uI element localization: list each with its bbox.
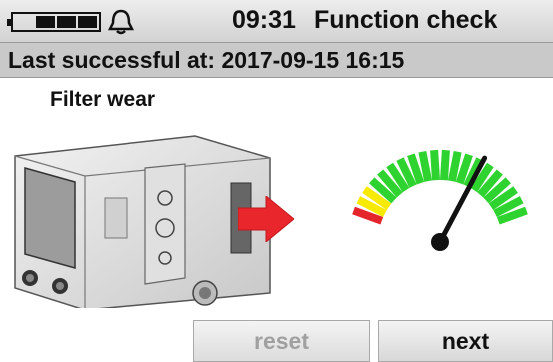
filter-wear-gauge — [352, 149, 528, 251]
clock-time: 09:31 — [232, 6, 296, 34]
gauge-tick — [447, 150, 462, 182]
ventilator-device-image — [14, 135, 271, 308]
gauge-hub — [431, 233, 449, 251]
next-button[interactable]: next — [378, 320, 553, 362]
bell-icon — [107, 9, 135, 35]
status-bar: Last successful at: 2017-09-15 16:15 — [0, 42, 553, 78]
battery-icon — [7, 12, 101, 32]
gauge-tick — [418, 150, 433, 182]
gauge-tick — [439, 149, 450, 181]
title-bar: 09:31 Function check — [0, 0, 553, 42]
gauge-tick — [430, 149, 441, 181]
last-success-text: Last successful at: 2017-09-15 16:15 — [8, 47, 405, 73]
screen-title: Function check — [314, 6, 498, 34]
arrow-right-icon — [238, 196, 294, 242]
section-label: Filter wear — [50, 88, 156, 111]
gauge-ticks — [352, 149, 528, 225]
reset-button[interactable]: reset — [193, 320, 370, 362]
